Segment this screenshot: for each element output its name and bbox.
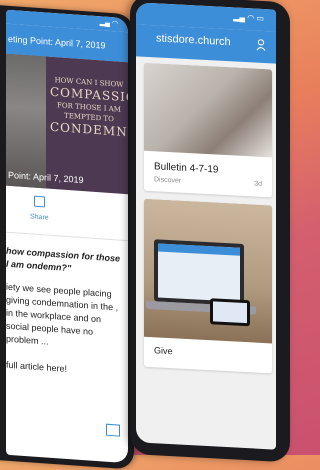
article-question: how compassion for those I am ondemn?" xyxy=(6,245,121,274)
user-icon[interactable] xyxy=(256,39,266,52)
content-card[interactable]: Bulletin 4-7-19 Discover 3d xyxy=(144,62,272,198)
signal-wifi-icon: ▂▄ ◠ xyxy=(99,19,118,28)
hero-image: HOW CAN I SHOW COMPASSION FOR THOSE I AM… xyxy=(6,53,128,195)
share-icon xyxy=(34,195,45,208)
hero-photo xyxy=(6,53,46,189)
card-image xyxy=(144,62,272,158)
signal-wifi-battery-icon: ▂▄ ◠ ▭ xyxy=(233,12,264,24)
article-paragraph: iety we see people placing giving condem… xyxy=(6,281,119,347)
right-phone-screen: ▂▄ ◠ ▭ stisdore.church Bulletin 4-7-19 D… xyxy=(136,2,276,450)
hero-text: HOW CAN I SHOW COMPASSION FOR THOSE I AM… xyxy=(50,75,128,140)
book-icon[interactable] xyxy=(106,423,120,437)
right-phone: ▂▄ ◠ ▭ stisdore.church Bulletin 4-7-19 D… xyxy=(130,0,290,463)
card-age: 3d xyxy=(254,180,262,188)
left-phone-screen: ▂▄ ◠ eting Point: April 7, 2019 HOW CAN … xyxy=(6,9,128,464)
phone-image xyxy=(210,298,250,327)
content-card[interactable]: Give xyxy=(144,198,272,374)
left-phone: ▂▄ ◠ eting Point: April 7, 2019 HOW CAN … xyxy=(0,4,134,470)
full-article-link[interactable]: full article here! xyxy=(6,360,120,378)
laptop-image xyxy=(154,239,244,306)
card-image xyxy=(144,198,272,344)
app-title: stisdore.church xyxy=(156,32,231,49)
share-button[interactable]: Share xyxy=(6,185,128,242)
share-label: Share xyxy=(30,213,49,222)
article-body: how compassion for those I am ondemn?" i… xyxy=(6,233,128,379)
app-header: stisdore.church xyxy=(136,24,276,64)
